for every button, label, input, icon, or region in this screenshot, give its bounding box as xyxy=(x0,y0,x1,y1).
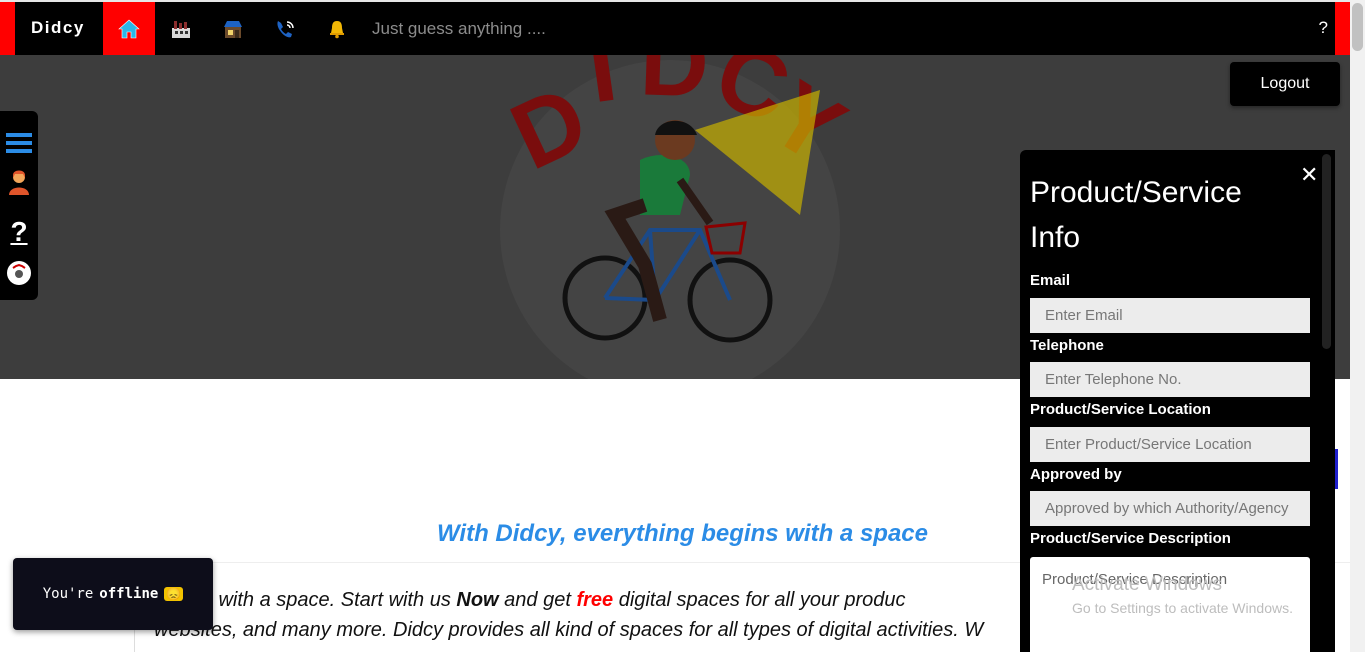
panel-title: Product/Service Info xyxy=(1030,176,1242,254)
close-icon[interactable]: ✕ xyxy=(1300,162,1318,188)
intro-text: and get xyxy=(498,589,577,611)
email-field[interactable] xyxy=(1030,298,1310,333)
user-icon[interactable] xyxy=(5,168,33,196)
telephone-label: Telephone xyxy=(1030,337,1104,354)
panel-scroll-thumb[interactable] xyxy=(1322,154,1331,349)
help-icon[interactable]: ? xyxy=(5,216,33,247)
location-label: Product/Service Location xyxy=(1030,401,1211,418)
brand-logo[interactable]: Didcy xyxy=(31,18,85,38)
product-service-panel: ✕ Product/Service Info Email Telephone P… xyxy=(1020,150,1335,652)
hero-logo-letter: D xyxy=(638,55,710,118)
top-navbar: Didcy ? xyxy=(0,0,1350,55)
approved-by-label: Approved by xyxy=(1030,466,1122,483)
home-icon[interactable] xyxy=(103,2,155,55)
approved-by-field[interactable] xyxy=(1030,491,1310,526)
page-scroll-thumb[interactable] xyxy=(1352,3,1363,51)
search-input[interactable] xyxy=(370,12,974,46)
toast-status: offline xyxy=(99,586,159,602)
menu-icon[interactable] xyxy=(5,129,33,157)
toast-text: You're xyxy=(42,586,94,602)
navbar-red-accent-left xyxy=(0,2,15,55)
panel-scrollbar[interactable] xyxy=(1320,150,1333,652)
left-floating-toolbar: ? xyxy=(0,111,38,300)
location-field[interactable] xyxy=(1030,427,1310,462)
phone-icon[interactable] xyxy=(259,2,311,55)
intro-emphasis: Now xyxy=(456,589,499,611)
intro-text: digital spaces for all your produc xyxy=(613,589,906,611)
email-label: Email xyxy=(1030,272,1071,289)
offline-toast: You're offline 😞 xyxy=(13,558,213,630)
telephone-field[interactable] xyxy=(1030,362,1310,397)
logout-button[interactable]: Logout xyxy=(1230,62,1340,106)
sad-face-icon: 😞 xyxy=(164,587,184,601)
description-field[interactable] xyxy=(1030,557,1310,652)
page-scrollbar[interactable] xyxy=(1350,0,1365,652)
bell-icon[interactable] xyxy=(311,2,363,55)
shop-icon[interactable] xyxy=(207,2,259,55)
logo-icon[interactable] xyxy=(5,259,33,287)
free-highlight: free xyxy=(576,589,614,611)
help-link[interactable]: ? xyxy=(1319,18,1328,38)
description-label: Product/Service Description xyxy=(1030,530,1231,547)
factory-icon[interactable] xyxy=(155,2,207,55)
navbar-red-accent-right xyxy=(1335,2,1350,55)
